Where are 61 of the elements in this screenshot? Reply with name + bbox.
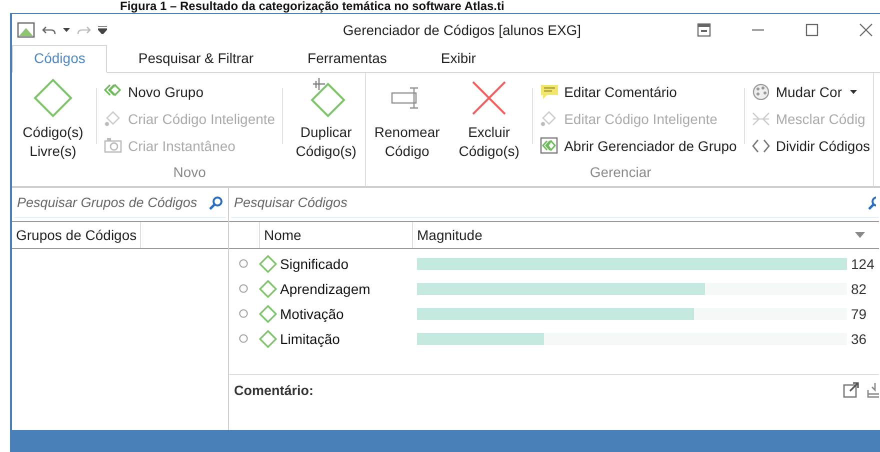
smart-code-icon	[540, 110, 558, 127]
search-icon[interactable]	[209, 196, 223, 210]
app-icon[interactable]	[17, 22, 35, 38]
ribbon-button[interactable]: Excluir Código(s)	[450, 76, 528, 164]
search-icon[interactable]	[868, 196, 876, 210]
diamond-icon	[259, 304, 277, 322]
ribbon-button[interactable]: Abrir Gerenciador de Grupo	[537, 132, 740, 159]
group-label: Gerenciar	[588, 164, 652, 182]
ribbon-tab[interactable]: Pesquisar & Filtrar	[115, 46, 277, 72]
column-header[interactable]: Magnitude	[413, 222, 855, 248]
radio-icon[interactable]	[239, 334, 248, 343]
ribbon-tab[interactable]: Exibir	[418, 46, 499, 72]
column-header[interactable]: Grupos de Códigos	[12, 222, 141, 248]
ribbon-tab[interactable]: Ferramentas	[284, 46, 410, 72]
customize-icon[interactable]	[98, 26, 107, 34]
undo-icon[interactable]	[42, 24, 56, 36]
split-icon	[752, 137, 770, 154]
comment-icon	[540, 83, 558, 100]
palette-icon	[752, 83, 770, 100]
code-name: Aprendizagem	[279, 280, 372, 296]
code-name: Motivação	[279, 306, 345, 322]
ribbon-button[interactable]: Código(s) Livre(s)	[14, 76, 92, 164]
save-icon[interactable]	[867, 382, 879, 398]
external-link-icon[interactable]	[843, 382, 859, 398]
restore-icon[interactable]	[697, 22, 711, 36]
ribbon-button[interactable]: Dividir Códigos	[748, 132, 874, 159]
diamond-icon	[259, 330, 277, 348]
search-field[interactable]: Pesquisar Códigos	[234, 195, 868, 210]
radio-icon[interactable]	[239, 259, 248, 268]
magnitude-value: 79	[850, 306, 867, 322]
code-name: Significado	[279, 256, 350, 272]
ribbon-button[interactable]: Mudar Cor	[748, 78, 874, 105]
ribbon-button[interactable]: Novo Grupo	[101, 78, 278, 105]
group-manager-icon	[540, 137, 558, 154]
sort-icon[interactable]	[855, 232, 865, 238]
smart-code-icon	[104, 110, 122, 127]
diamond-icon	[259, 280, 277, 298]
radio-icon[interactable]	[239, 284, 248, 293]
code-name: Limitação	[279, 330, 341, 346]
ribbon-button[interactable]: Duplicar Código(s)	[287, 76, 366, 164]
group-label: Novo	[172, 164, 207, 182]
camera-icon	[104, 137, 122, 154]
ribbon-tab[interactable]: Códigos	[12, 45, 108, 73]
diamond-icon	[259, 254, 277, 272]
figure-caption: Figura 1 – Resultado da categorização temática no software Atlas.ti	[119, 0, 506, 13]
ribbon-button[interactable]: Editar Comentário	[537, 78, 740, 105]
caret-icon[interactable]	[63, 28, 70, 32]
radio-icon[interactable]	[239, 309, 248, 318]
magnitude-value: 124	[850, 256, 874, 272]
close-icon[interactable]	[859, 22, 873, 36]
diamond-icon	[33, 78, 73, 118]
maximize-icon[interactable]	[805, 22, 819, 36]
window-title: Gerenciador de Códigos [alunos EXG]	[342, 22, 582, 38]
ribbon-button[interactable]: Renomear Código	[368, 76, 446, 164]
comment-label: Comentário:	[233, 382, 315, 398]
magnitude-value: 36	[850, 330, 867, 346]
column-header[interactable]: Nome	[260, 222, 413, 248]
magnitude-value: 82	[850, 280, 867, 296]
merge-icon	[752, 110, 770, 127]
caret-icon	[850, 90, 857, 94]
search-field[interactable]: Pesquisar Grupos de Códigos	[17, 195, 209, 210]
